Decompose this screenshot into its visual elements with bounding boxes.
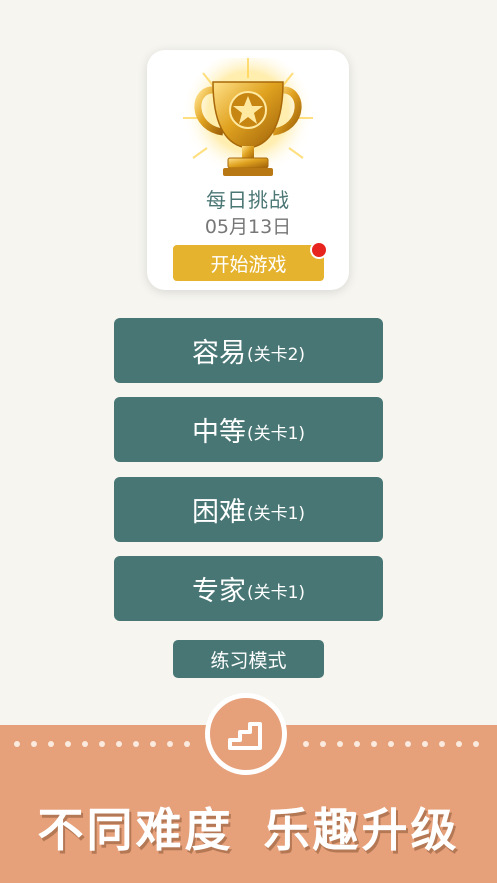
level-easy-button[interactable]: 容易 (关卡2) (114, 318, 383, 383)
level-expert-button[interactable]: 专家 (关卡1) (114, 556, 383, 621)
daily-challenge-title: 每日挑战 (206, 188, 290, 212)
divider-dot (65, 741, 71, 747)
notification-badge (310, 241, 328, 259)
divider-dot (99, 741, 105, 747)
stairs-icon (205, 693, 287, 775)
trophy-icon (182, 58, 314, 184)
level-name: 困难 (191, 497, 246, 528)
level-name: 专家 (191, 576, 246, 607)
daily-challenge-card[interactable]: 每日挑战 05月13日 开始游戏 (147, 50, 349, 290)
divider-dot (371, 741, 377, 747)
divider-dot (388, 741, 394, 747)
level-detail: (关卡1) (246, 503, 306, 524)
level-detail: (关卡2) (246, 344, 306, 365)
divider-dot (133, 741, 139, 747)
start-game-button[interactable]: 开始游戏 (173, 245, 324, 281)
divider-dot (354, 741, 360, 747)
divider-dot (167, 741, 173, 747)
slogan-left: 不同难度 (37, 803, 234, 857)
divider-dot (337, 741, 343, 747)
divider-dot (14, 741, 20, 747)
divider-dot (473, 741, 479, 747)
daily-challenge-date: 05月13日 (204, 216, 292, 238)
divider-dot (31, 741, 37, 747)
practice-mode-button[interactable]: 练习模式 (173, 640, 324, 678)
divider-dot (303, 741, 309, 747)
divider-dot (150, 741, 156, 747)
divider-dot (184, 741, 190, 747)
divider-dot (439, 741, 445, 747)
slogan-right: 乐趣升级 (263, 803, 460, 857)
divider-dot (48, 741, 54, 747)
level-detail: (关卡1) (246, 582, 306, 603)
divider-dot (405, 741, 411, 747)
divider-dot (320, 741, 326, 747)
level-hard-button[interactable]: 困难 (关卡1) (114, 477, 383, 542)
level-medium-button[interactable]: 中等 (关卡1) (114, 397, 383, 462)
promo-slogan: 不同难度 乐趣升级 (0, 794, 497, 860)
divider-dot (456, 741, 462, 747)
divider-dot (116, 741, 122, 747)
level-name: 容易 (191, 338, 246, 369)
divider-dot (422, 741, 428, 747)
level-name: 中等 (191, 417, 246, 448)
divider-dot (82, 741, 88, 747)
level-detail: (关卡1) (246, 423, 306, 444)
